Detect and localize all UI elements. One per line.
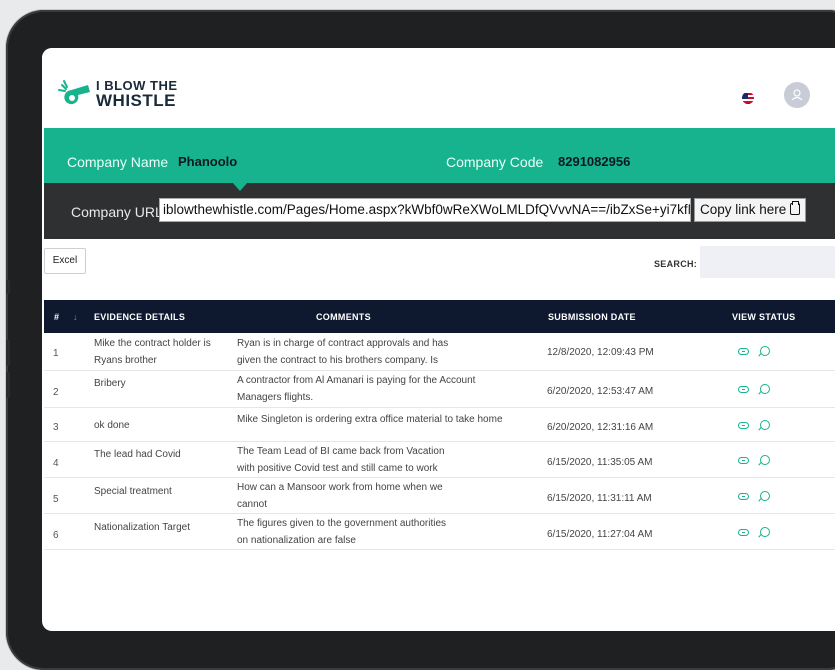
us-flag-icon[interactable] xyxy=(742,92,754,104)
table-header: # ↓ EVIDENCE DETAILS COMMENTS SUBMISSION… xyxy=(44,300,835,333)
row-number: 2 xyxy=(53,387,59,398)
company-name-label: Company Name xyxy=(67,154,169,170)
link-icon[interactable] xyxy=(738,457,749,464)
link-icon[interactable] xyxy=(738,348,749,355)
comment-icon[interactable] xyxy=(760,384,770,394)
band-pointer xyxy=(232,182,248,191)
row-evidence: Mike the contract holder is xyxy=(94,338,211,349)
logo-line-2: WHISTLE xyxy=(96,91,176,110)
user-icon xyxy=(791,89,803,101)
company-url-band: Company URL : iblowthewhistle.com/Pages/… xyxy=(44,183,835,239)
link-icon[interactable] xyxy=(738,422,749,429)
col-header-comments[interactable]: COMMENTS xyxy=(316,312,371,322)
row-comment-line2: on nationalization are false xyxy=(237,535,356,546)
table-row[interactable]: 3 ok done Mike Singleton is ordering ext… xyxy=(44,408,835,442)
link-icon[interactable] xyxy=(738,386,749,393)
row-number: 6 xyxy=(53,530,59,541)
comment-icon[interactable] xyxy=(760,527,770,537)
copy-link-label: Copy link here xyxy=(700,202,787,217)
row-evidence: ok done xyxy=(94,420,130,431)
table-row[interactable]: 1 Mike the contract holder is Ryans brot… xyxy=(44,333,835,371)
whistle-icon xyxy=(58,79,92,107)
side-button xyxy=(6,280,10,294)
comment-icon[interactable] xyxy=(760,491,770,501)
row-date: 6/20/2020, 12:31:16 AM xyxy=(547,422,654,433)
col-header-submission-date[interactable]: SUBMISSION DATE xyxy=(548,312,636,322)
row-comment-line2: with positive Covid test and still came … xyxy=(237,463,438,474)
row-number: 1 xyxy=(53,348,59,359)
logo[interactable]: I BLOW THE WHISTLE xyxy=(58,78,178,110)
row-comment: Mike Singleton is ordering extra office … xyxy=(237,414,503,425)
company-info-band: Company Name Phanoolo Company Code 82910… xyxy=(44,128,835,183)
company-name-value: Phanoolo xyxy=(178,154,238,169)
row-comment: A contractor from Al Amanari is paying f… xyxy=(237,375,476,386)
company-code-value: 8291082956 xyxy=(558,154,631,169)
tablet-frame: I BLOW THE WHISTLE Company Name Phanoolo… xyxy=(6,10,835,670)
row-evidence-line2: Ryans brother xyxy=(94,355,157,366)
copy-link-button[interactable]: Copy link here xyxy=(694,198,806,222)
row-comment-line2: given the contract to his brothers compa… xyxy=(237,355,439,366)
company-url-label: Company URL : xyxy=(71,204,171,220)
row-comment: Ryan is in charge of contract approvals … xyxy=(237,338,449,349)
row-evidence: Special treatment xyxy=(94,486,172,497)
row-evidence: Nationalization Target xyxy=(94,522,190,533)
col-header-number[interactable]: # xyxy=(54,312,59,322)
row-comment-line2: Managers flights. xyxy=(237,392,314,403)
row-evidence: The lead had Covid xyxy=(94,449,181,460)
table-row[interactable]: 6 Nationalization Target The figures giv… xyxy=(44,514,835,550)
row-evidence: Bribery xyxy=(94,378,126,389)
link-icon[interactable] xyxy=(738,529,749,536)
company-code-label: Company Code xyxy=(446,154,544,170)
side-button xyxy=(6,372,10,398)
search-label: SEARCH: xyxy=(654,259,698,269)
company-url-field[interactable]: iblowthewhistle.com/Pages/Home.aspx?kWbf… xyxy=(159,198,691,222)
comment-icon[interactable] xyxy=(760,455,770,465)
table-row[interactable]: 2 Bribery A contractor from Al Amanari i… xyxy=(44,371,835,408)
comment-icon[interactable] xyxy=(760,420,770,430)
excel-export-button[interactable]: Excel xyxy=(44,248,86,274)
row-comment: The Team Lead of BI came back from Vacat… xyxy=(237,446,445,457)
top-bar: I BLOW THE WHISTLE xyxy=(42,48,835,128)
col-header-view-status[interactable]: VIEW STATUS xyxy=(732,312,795,322)
row-number: 3 xyxy=(53,422,59,433)
clipboard-icon xyxy=(790,201,801,215)
row-number: 5 xyxy=(53,494,59,505)
avatar[interactable] xyxy=(784,82,810,108)
table-row[interactable]: 5 Special treatment How can a Mansoor wo… xyxy=(44,478,835,514)
row-date: 12/8/2020, 12:09:43 PM xyxy=(547,347,654,358)
comment-icon[interactable] xyxy=(760,346,770,356)
row-number: 4 xyxy=(53,458,59,469)
col-header-evidence[interactable]: EVIDENCE DETAILS xyxy=(94,312,185,322)
row-date: 6/15/2020, 11:35:05 AM xyxy=(547,457,653,468)
link-icon[interactable] xyxy=(738,493,749,500)
side-button xyxy=(6,340,10,366)
logo-wordmark: I BLOW THE WHISTLE xyxy=(96,78,178,110)
search-input[interactable] xyxy=(700,246,835,278)
row-comment: The figures given to the government auth… xyxy=(237,518,447,529)
row-comment: How can a Mansoor work from home when we xyxy=(237,482,443,493)
row-date: 6/20/2020, 12:53:47 AM xyxy=(547,386,654,397)
row-date: 6/15/2020, 11:27:04 AM xyxy=(547,529,653,540)
sort-down-arrow-icon[interactable]: ↓ xyxy=(73,312,78,322)
row-date: 6/15/2020, 11:31:11 AM xyxy=(547,493,652,504)
table-row[interactable]: 4 The lead had Covid The Team Lead of BI… xyxy=(44,442,835,478)
row-comment-line2: cannot xyxy=(237,499,268,510)
app-screen: I BLOW THE WHISTLE Company Name Phanoolo… xyxy=(42,48,835,631)
